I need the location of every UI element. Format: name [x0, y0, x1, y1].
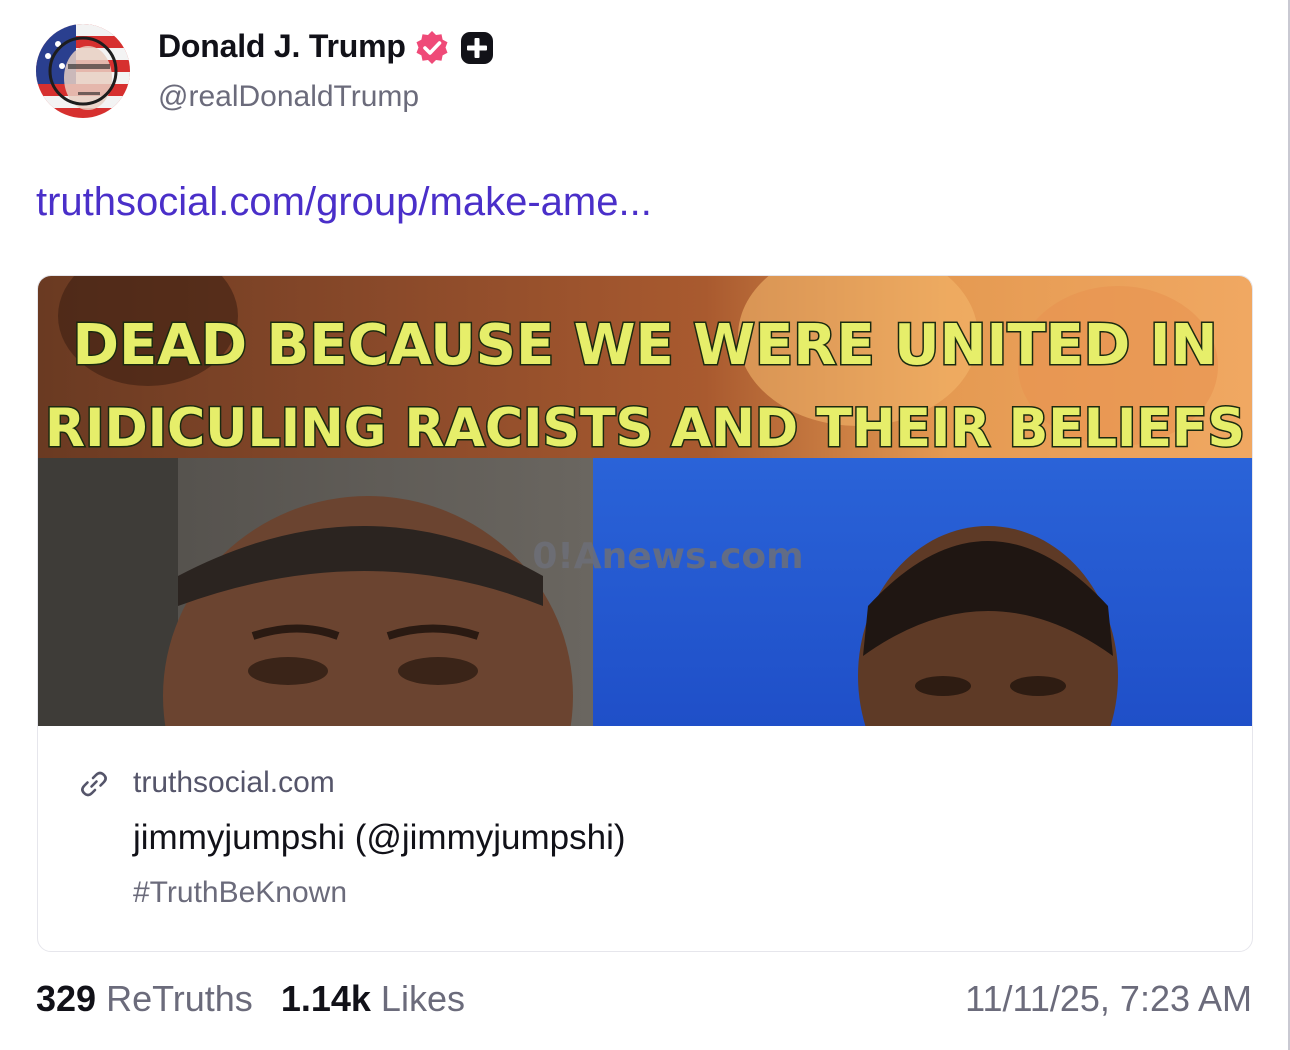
plus-badge-icon: [460, 31, 494, 70]
card-description: #TruthBeKnown: [133, 876, 348, 909]
card-title[interactable]: jimmyjumpshi (@jimmyjumpshi): [133, 818, 626, 858]
likes-count: 1.14k: [280, 978, 371, 1019]
post-timestamp[interactable]: 11/11/25, 7:23 AM: [965, 978, 1252, 1020]
likes-label: Likes: [380, 978, 465, 1019]
link-preview-card[interactable]: DEAD BECAUSE WE WERE UNITED IN RIDICULIN…: [37, 275, 1253, 952]
post-stats: 329 ReTruths 1.14k Likes: [36, 978, 465, 1020]
link-icon: [78, 768, 110, 800]
retruths-stat[interactable]: 329 ReTruths: [36, 978, 253, 1020]
post-page: Donald J. Trump @realDonaldTrump truthso…: [0, 0, 1290, 1050]
author-handle[interactable]: @realDonaldTrump: [158, 80, 419, 114]
verified-check-icon: [414, 30, 450, 71]
author-display-name[interactable]: Donald J. Trump: [158, 28, 406, 65]
post-link[interactable]: truthsocial.com/group/make-ame...: [36, 180, 652, 225]
retruths-count: 329: [36, 978, 97, 1019]
avatar[interactable]: [36, 24, 130, 118]
image-watermark: 0!Anews.com: [532, 536, 803, 577]
card-meta: truthsocial.com jimmyjumpshi (@jimmyjump…: [38, 726, 1252, 951]
author-badges: [414, 30, 494, 71]
retruths-label: ReTruths: [106, 978, 253, 1019]
image-caption-line1: DEAD BECAUSE WE WERE UNITED IN: [73, 313, 1218, 378]
avatar-image: [36, 24, 130, 118]
card-image[interactable]: DEAD BECAUSE WE WERE UNITED IN RIDICULIN…: [38, 276, 1252, 896]
card-domain: truthsocial.com: [133, 766, 335, 799]
likes-stat[interactable]: 1.14k Likes: [281, 978, 465, 1020]
image-caption-line2: RIDICULING RACISTS AND THEIR BELIEFS: [45, 398, 1245, 459]
